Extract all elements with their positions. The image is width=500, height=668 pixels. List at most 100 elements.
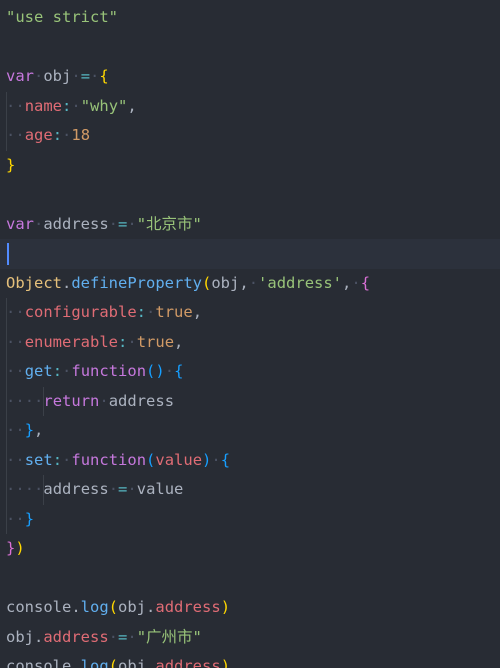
token-identifier-obj: obj (118, 598, 147, 616)
whitespace-dot: · (34, 67, 44, 85)
token-string-address: 'address' (258, 273, 343, 292)
whitespace-dot: · (6, 303, 16, 321)
code-line[interactable]: var·obj·=·{ (0, 62, 500, 92)
code-line-blank[interactable] (0, 33, 500, 63)
code-line[interactable]: ··configurable:·true, (0, 298, 500, 328)
token-paren-open: ( (108, 657, 119, 668)
whitespace-dot: · (34, 214, 44, 233)
token-keyword-return: return (43, 391, 100, 410)
whitespace-dot: · (6, 450, 16, 469)
token-class-object: Object (6, 273, 62, 292)
code-line[interactable]: Object.defineProperty(obj,·'address',·{ (0, 269, 500, 299)
whitespace-dot: · (211, 450, 221, 469)
whitespace-dot: · (6, 362, 16, 380)
code-content[interactable]: "use strict" var·obj·=·{ ··name:·"why", … (0, 0, 500, 668)
code-line[interactable]: ··}, (0, 416, 500, 446)
token-function-log: log (80, 657, 109, 668)
token-accessor-get: get (24, 362, 53, 380)
whitespace-dot: · (351, 273, 361, 292)
code-line[interactable]: "use strict" (0, 3, 500, 33)
token-paren-close: ) (220, 598, 231, 616)
indent-guide (6, 298, 7, 328)
token-property-address: address (155, 657, 221, 668)
token-property-name: name (24, 96, 63, 115)
whitespace-dot: · (108, 627, 119, 646)
whitespace-dot: · (62, 126, 72, 144)
code-line[interactable]: ··get:·function()·{ (0, 357, 500, 387)
whitespace-dot: · (6, 332, 16, 351)
token-operator-assign: = (118, 214, 128, 233)
text-cursor (7, 243, 9, 265)
token-dot: . (71, 598, 81, 616)
token-comma: , (174, 332, 184, 351)
indent-guide (6, 327, 7, 357)
whitespace-dot: · (15, 480, 25, 498)
token-colon: : (52, 362, 63, 380)
token-property-enumerable: enumerable (24, 332, 119, 351)
token-property-age: age (24, 126, 53, 144)
token-comma: , (239, 273, 249, 292)
code-line[interactable]: ··set:·function(value)·{ (0, 445, 500, 475)
token-identifier-obj: obj (118, 657, 147, 668)
token-brace-close: } (24, 509, 35, 528)
token-constant-true: true (136, 332, 175, 351)
token-identifier-obj: obj (6, 627, 34, 646)
whitespace-dot: · (71, 67, 81, 85)
code-line[interactable]: ··name:·"why", (0, 91, 500, 121)
code-line[interactable]: obj.address·=·"广州市" (0, 623, 500, 653)
code-line[interactable]: var·address·=·"北京市" (0, 210, 500, 240)
token-paren-open: ( (146, 450, 156, 469)
indent-guide (43, 475, 45, 505)
token-property-address: address (155, 598, 221, 616)
whitespace-dot: · (15, 303, 25, 321)
whitespace-dot: · (62, 450, 72, 469)
token-operator-assign: = (80, 67, 91, 85)
token-property-configurable: configurable (24, 303, 137, 321)
token-dot: . (71, 657, 81, 668)
token-brace-open: { (220, 450, 231, 469)
token-paren-open: ( (202, 273, 212, 292)
code-line[interactable]: ··age:·18 (0, 121, 500, 151)
code-line-blank[interactable] (0, 564, 500, 594)
whitespace-dot: · (24, 480, 35, 498)
token-function-log: log (80, 598, 109, 616)
indent-guide (6, 386, 7, 416)
code-line[interactable]: ····return·address (0, 386, 500, 416)
token-brace-close: } (6, 539, 16, 557)
code-line[interactable]: ····address·=·value (0, 475, 500, 505)
token-keyword-function: function (71, 450, 147, 469)
token-colon: : (118, 332, 128, 351)
whitespace-dot: · (15, 126, 25, 144)
token-colon: : (52, 450, 63, 469)
whitespace-dot: · (108, 480, 119, 498)
whitespace-dot: · (127, 214, 137, 233)
token-comma: , (192, 303, 203, 321)
token-paren-open: ( (146, 362, 156, 380)
whitespace-dot: · (15, 96, 25, 115)
code-line[interactable]: ··enumerable:·true, (0, 327, 500, 357)
token-brace-close: } (24, 421, 35, 439)
whitespace-dot: · (127, 480, 137, 498)
token-identifier-console: console (6, 598, 72, 616)
code-editor[interactable]: "use strict" var·obj·=·{ ··name:·"why", … (0, 0, 500, 668)
code-line[interactable]: }) (0, 534, 500, 564)
whitespace-dot: · (15, 332, 25, 351)
code-line-blank[interactable] (0, 180, 500, 210)
token-number: 18 (71, 126, 91, 144)
whitespace-dot: · (146, 303, 156, 321)
code-line-active[interactable] (0, 239, 500, 269)
token-property-address: address (43, 627, 109, 646)
whitespace-dot: · (6, 480, 16, 498)
code-line[interactable]: console.log(obj.address) (0, 593, 500, 623)
code-line[interactable]: ··} (0, 504, 500, 534)
indent-guide (6, 504, 7, 534)
token-brace-open: { (174, 362, 184, 380)
code-line[interactable]: console.log(obj.address) (0, 652, 500, 668)
token-identifier-value: value (136, 480, 184, 498)
token-keyword-var: var (6, 67, 34, 85)
code-line[interactable]: } (0, 151, 500, 181)
token-brace-open: { (360, 273, 371, 292)
token-paren-close: ) (202, 450, 212, 469)
token-string-guangzhou: "广州市" (136, 627, 202, 646)
indent-guide (6, 475, 7, 505)
